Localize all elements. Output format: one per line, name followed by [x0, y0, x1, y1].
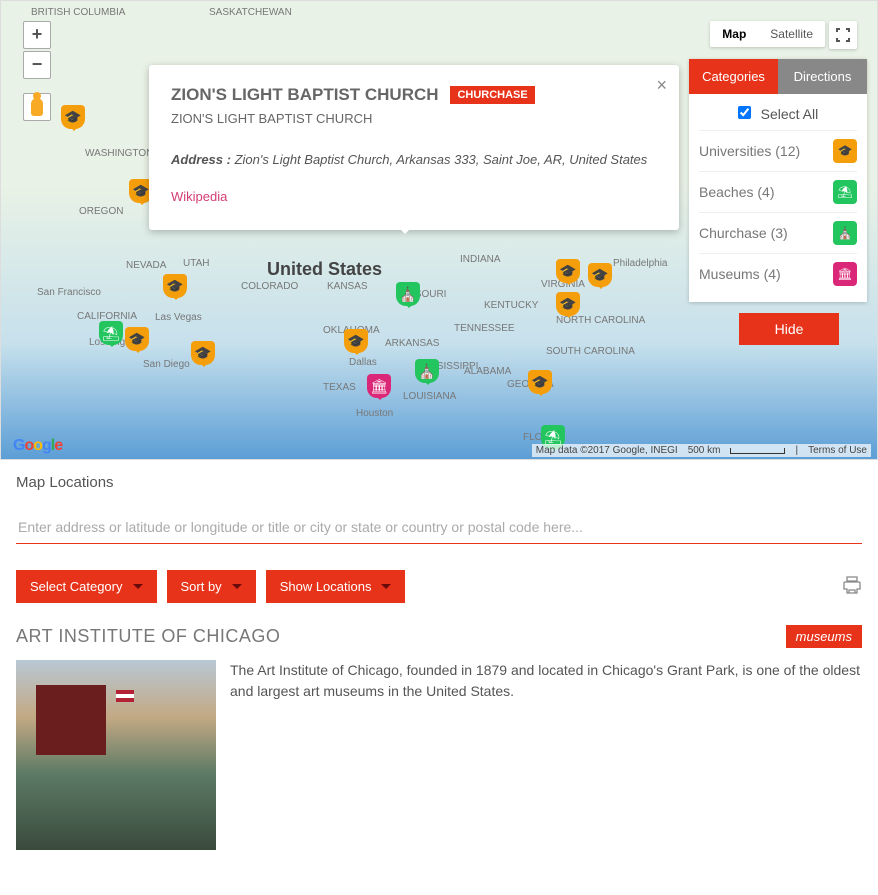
result-badge[interactable]: museums: [786, 625, 862, 648]
result-thumbnail[interactable]: [16, 660, 216, 850]
map-attribution: Map data ©2017 Google, INEGI 500 km | Te…: [532, 444, 871, 457]
caret-down-icon: [232, 584, 242, 594]
category-row-beaches[interactable]: Beaches (4) ⛱: [699, 171, 857, 212]
button-label: Show Locations: [280, 579, 372, 594]
map-type-map[interactable]: Map: [710, 21, 758, 47]
result-title[interactable]: ART INSTITUTE OF CHICAGO: [16, 626, 280, 647]
wikipedia-link[interactable]: Wikipedia: [171, 189, 227, 204]
caret-down-icon: [381, 584, 391, 594]
marker-university[interactable]: 🎓: [556, 259, 580, 283]
marker-university[interactable]: 🎓: [163, 274, 187, 298]
zoom-out-button[interactable]: −: [23, 51, 51, 79]
button-label: Select Category: [30, 579, 123, 594]
select-all-label: Select All: [761, 106, 819, 122]
marker-museum[interactable]: 🏛: [367, 374, 391, 398]
address-value: Zion's Light Baptist Church, Arkansas 33…: [235, 152, 648, 167]
close-icon[interactable]: ×: [656, 75, 667, 96]
category-row-churchase[interactable]: Churchase (3) ⛪: [699, 212, 857, 253]
map[interactable]: United States BRITISH COLUMBIA SASKATCHE…: [0, 0, 878, 460]
info-badge: CHURCHASE: [450, 86, 534, 104]
beach-icon: ⛱: [833, 180, 857, 204]
info-address: Address : Zion's Light Baptist Church, A…: [171, 152, 657, 167]
pegman-icon: [31, 98, 43, 116]
attribution-text: Map data ©2017 Google, INEGI: [536, 445, 678, 456]
info-window: × ZION'S LIGHT BAPTIST CHURCH CHURCHASE …: [149, 65, 679, 230]
button-label: Sort by: [181, 579, 222, 594]
caret-down-icon: [133, 584, 143, 594]
controls-bar: Select Category Sort by Show Locations: [0, 550, 878, 609]
marker-university[interactable]: 🎓: [588, 263, 612, 287]
category-label: Universities (12): [699, 143, 800, 159]
marker-university[interactable]: 🎓: [61, 105, 85, 129]
fullscreen-icon: [835, 27, 851, 43]
marker-university[interactable]: 🎓: [344, 329, 368, 353]
marker-university[interactable]: 🎓: [191, 341, 215, 365]
church-icon: ⛪: [833, 221, 857, 245]
category-label: Beaches (4): [699, 184, 774, 200]
marker-university[interactable]: 🎓: [125, 327, 149, 351]
info-title: ZION'S LIGHT BAPTIST CHURCH: [171, 85, 439, 104]
tab-directions[interactable]: Directions: [778, 59, 867, 94]
zoom-controls: + −: [23, 21, 51, 79]
marker-church[interactable]: ⛪: [415, 359, 439, 383]
marker-university[interactable]: 🎓: [528, 370, 552, 394]
museum-icon: 🏛: [833, 262, 857, 286]
select-all-row[interactable]: Select All: [699, 102, 857, 130]
address-label: Address :: [171, 152, 231, 167]
hide-button[interactable]: Hide: [739, 313, 839, 345]
select-category-button[interactable]: Select Category: [16, 570, 157, 603]
google-logo: Google: [13, 437, 62, 455]
result-item: ART INSTITUTE OF CHICAGO museums The Art…: [0, 609, 878, 854]
map-type-control: Map Satellite: [710, 21, 825, 47]
section-title: Map Locations: [0, 460, 878, 491]
category-label: Museums (4): [699, 266, 781, 282]
category-sidebar: Categories Directions Select All Univers…: [689, 59, 867, 302]
info-subtitle: ZION'S LIGHT BAPTIST CHURCH: [171, 111, 657, 126]
category-row-universities[interactable]: Universities (12) 🎓: [699, 130, 857, 171]
map-type-satellite[interactable]: Satellite: [758, 21, 825, 47]
select-all-checkbox[interactable]: [738, 106, 751, 119]
scale-bar: [730, 448, 785, 454]
marker-beach[interactable]: ⛱: [99, 321, 123, 345]
category-label: Churchase (3): [699, 225, 788, 241]
sort-by-button[interactable]: Sort by: [167, 570, 256, 603]
zoom-in-button[interactable]: +: [23, 21, 51, 49]
marker-university[interactable]: 🎓: [556, 292, 580, 316]
terms-link[interactable]: Terms of Use: [808, 445, 867, 456]
category-row-museums[interactable]: Museums (4) 🏛: [699, 253, 857, 294]
scale-text: 500 km: [688, 445, 721, 456]
pegman-button[interactable]: [23, 93, 51, 121]
print-button[interactable]: [842, 575, 862, 598]
search-input[interactable]: [16, 511, 862, 544]
result-description: The Art Institute of Chicago, founded in…: [230, 660, 862, 850]
tab-categories[interactable]: Categories: [689, 59, 778, 94]
show-locations-button[interactable]: Show Locations: [266, 570, 406, 603]
marker-church[interactable]: ⛪: [396, 282, 420, 306]
printer-icon: [842, 575, 862, 595]
graduation-cap-icon: 🎓: [833, 139, 857, 163]
fullscreen-button[interactable]: [829, 21, 857, 49]
